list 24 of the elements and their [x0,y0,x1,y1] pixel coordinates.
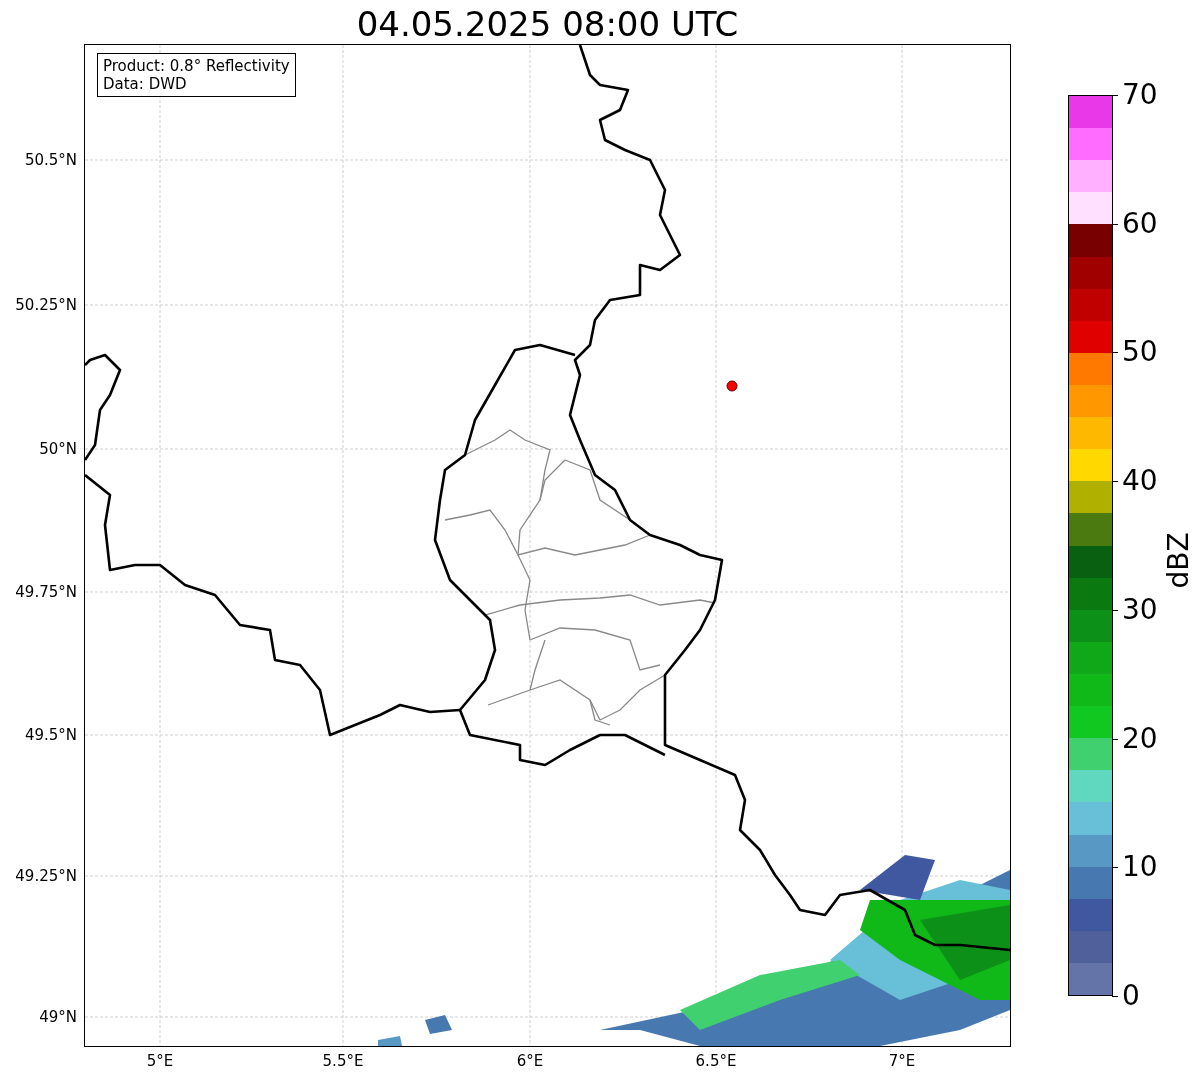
x-tick-label: 6.5°E [695,1052,737,1070]
colorbar-tick-label: 70 [1122,79,1158,111]
colorbar-label: dBZ [1161,531,1195,589]
y-tick-label: 49.25°N [15,867,78,885]
x-tick-label: 6°E [516,1052,544,1070]
y-tick-label: 50°N [39,440,78,458]
chart-title: 04.05.2025 08:00 UTC [355,3,740,46]
info-text: Product: 0.8° Reflectivity [103,57,290,75]
y-tick-label: 49.5°N [24,726,78,744]
y-tick-label: 50.25°N [15,296,78,314]
info-text: Data: DWD [103,75,188,93]
colorbar-tick-label: 20 [1122,722,1158,755]
x-tick-label: 5°E [146,1052,174,1070]
y-tick-label: 49°N [39,1008,78,1026]
x-tick-label: 7°E [888,1052,916,1070]
colorbar-tick-label: 10 [1122,851,1158,884]
colorbar-tick-label: 30 [1122,593,1158,626]
colorbar-tick-label: 40 [1122,465,1158,498]
colorbar-tick-label: 0 [1122,980,1140,1012]
x-tick-label: 5.5°E [322,1052,364,1070]
colorbar-tick-label: 60 [1122,207,1158,240]
y-tick-label: 50.5°N [24,151,78,169]
y-tick-label: 49.75°N [15,583,78,601]
colorbar-tick-label: 50 [1122,336,1158,369]
